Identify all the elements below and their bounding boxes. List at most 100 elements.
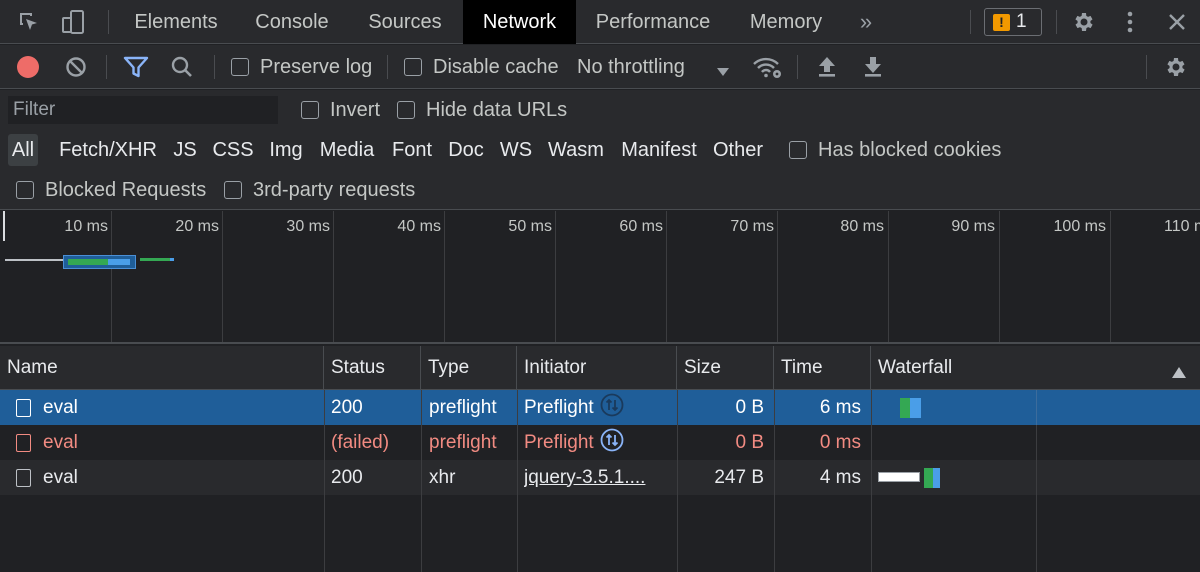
overview-tick-label: 30 ms — [286, 218, 330, 235]
column-header-initiator[interactable]: Initiator — [517, 346, 677, 390]
column-header-waterfall[interactable]: Waterfall — [871, 346, 1200, 390]
settings-gear-icon[interactable] — [1068, 0, 1100, 44]
tab-performance[interactable]: Performance — [582, 0, 724, 44]
invert-checkbox[interactable] — [301, 101, 319, 119]
import-har-upload-icon[interactable] — [813, 45, 841, 89]
tab-console[interactable]: Console — [240, 0, 344, 44]
overview-tick-label: 90 ms — [951, 218, 995, 235]
row-status: (failed) — [331, 431, 390, 453]
type-filter-font[interactable]: Font — [388, 134, 436, 166]
row-initiator[interactable]: Preflight — [524, 390, 674, 425]
network-overview-timeline[interactable]: 10 ms 20 ms 30 ms 40 ms 50 ms 60 ms 70 m… — [0, 211, 1200, 344]
has-blocked-cookies-checkbox[interactable] — [789, 141, 807, 159]
table-row[interactable]: eval 200 preflight Preflight 0 B 6 ms — [0, 390, 1200, 425]
request-name: eval — [43, 396, 78, 418]
type-filter-all[interactable]: All — [8, 134, 38, 166]
filter-input[interactable] — [8, 96, 278, 124]
type-filter-js[interactable]: JS — [170, 134, 200, 166]
file-icon — [16, 433, 31, 452]
export-har-download-icon[interactable] — [859, 45, 887, 89]
overview-request-bar-tail — [170, 258, 174, 261]
waterfall-waiting-bar — [900, 398, 910, 418]
separator — [970, 10, 971, 34]
overview-tick-label: 40 ms — [397, 218, 441, 235]
more-tabs-button[interactable]: » — [848, 0, 884, 44]
overview-tick-label: 110 ms — [1164, 218, 1200, 235]
issue-warning-icon: ! — [993, 13, 1010, 31]
overview-tick-label: 50 ms — [508, 218, 552, 235]
type-filter-media[interactable]: Media — [316, 134, 378, 166]
overview-request-waiting-line — [5, 259, 63, 261]
type-filter-other[interactable]: Other — [710, 134, 766, 166]
record-button[interactable] — [17, 56, 39, 78]
network-settings-gear-icon[interactable] — [1160, 45, 1192, 89]
overview-request-bar — [63, 255, 136, 269]
tab-sources[interactable]: Sources — [352, 0, 458, 44]
column-header-size[interactable]: Size — [677, 346, 774, 390]
throttling-select[interactable]: No throttling — [576, 45, 736, 89]
network-conditions-wifi-icon[interactable] — [750, 45, 784, 89]
row-type: preflight — [429, 431, 497, 453]
hide-data-urls-checkbox[interactable] — [397, 101, 415, 119]
gridline — [444, 211, 445, 342]
gridline — [888, 211, 889, 342]
separator — [1146, 55, 1147, 79]
table-header: Name Status Type Initiator Size Time Wat… — [0, 346, 1200, 390]
row-size: 247 B — [714, 466, 764, 488]
row-initiator[interactable]: Preflight — [524, 425, 674, 460]
type-filter-img[interactable]: Img — [266, 134, 306, 166]
row-type: preflight — [429, 396, 497, 418]
row-time: 6 ms — [819, 396, 861, 418]
initiator-link[interactable]: jquery-3.5.1.... — [524, 460, 674, 495]
third-party-requests-label: 3rd-party requests — [253, 179, 416, 201]
waterfall-queued-bar — [878, 472, 920, 482]
type-filter-doc[interactable]: Doc — [445, 134, 487, 166]
waterfall-header-label: Waterfall — [878, 357, 953, 378]
row-name-cell: eval — [14, 460, 314, 495]
table-row[interactable]: eval 200 xhr jquery-3.5.1.... 247 B 4 ms — [0, 460, 1200, 495]
overview-window-handle-left[interactable] — [3, 211, 5, 241]
more-options-kebab-icon[interactable] — [1116, 0, 1144, 44]
column-header-type[interactable]: Type — [421, 346, 517, 390]
table-row[interactable]: eval (failed) preflight Preflight 0 B 0 … — [0, 425, 1200, 460]
tab-memory[interactable]: Memory — [736, 0, 836, 44]
type-filter-manifest[interactable]: Manifest — [617, 134, 701, 166]
blocked-requests-checkbox[interactable] — [16, 181, 34, 199]
column-header-time[interactable]: Time — [774, 346, 871, 390]
initiator-label: Preflight — [524, 396, 594, 418]
filter-bar: Invert Hide data URLs All Fetch/XHR JS C… — [0, 90, 1200, 210]
preserve-log-checkbox[interactable] — [231, 58, 249, 76]
filter-funnel-icon[interactable] — [122, 45, 150, 89]
dropdown-arrow-icon — [716, 61, 730, 83]
disable-cache-checkbox[interactable] — [404, 58, 422, 76]
close-icon[interactable] — [1162, 0, 1192, 44]
device-toolbar-icon[interactable] — [56, 0, 90, 44]
inspect-element-icon[interactable] — [12, 0, 46, 44]
clear-icon[interactable] — [62, 45, 90, 89]
separator — [108, 10, 109, 34]
third-party-requests-checkbox[interactable] — [224, 181, 242, 199]
type-filter-fetch-xhr[interactable]: Fetch/XHR — [56, 134, 160, 166]
column-divider — [677, 390, 678, 572]
separator — [214, 55, 215, 79]
hide-data-urls-label: Hide data URLs — [426, 99, 568, 121]
devtools-tabbar: Elements Console Sources Network Perform… — [0, 0, 1200, 44]
overview-tick-label: 80 ms — [840, 218, 884, 235]
type-filter-ws[interactable]: WS — [497, 134, 535, 166]
search-icon[interactable] — [168, 45, 196, 89]
preserve-log-label: Preserve log — [260, 56, 373, 78]
type-filter-wasm[interactable]: Wasm — [545, 134, 607, 166]
overview-tick-label: 100 ms — [1053, 218, 1106, 235]
separator — [1056, 10, 1057, 34]
tab-elements[interactable]: Elements — [120, 0, 232, 44]
row-type: xhr — [429, 466, 456, 488]
type-filter-css[interactable]: CSS — [210, 134, 256, 166]
column-header-name[interactable]: Name — [0, 346, 324, 390]
row-status: 200 — [331, 396, 363, 418]
overview-download-segment — [108, 259, 130, 265]
preflight-arrows-icon — [600, 393, 624, 423]
issues-badge[interactable]: ! 1 — [984, 8, 1042, 36]
column-header-status[interactable]: Status — [324, 346, 421, 390]
tab-network[interactable]: Network — [463, 0, 576, 44]
request-name: eval — [43, 431, 78, 453]
